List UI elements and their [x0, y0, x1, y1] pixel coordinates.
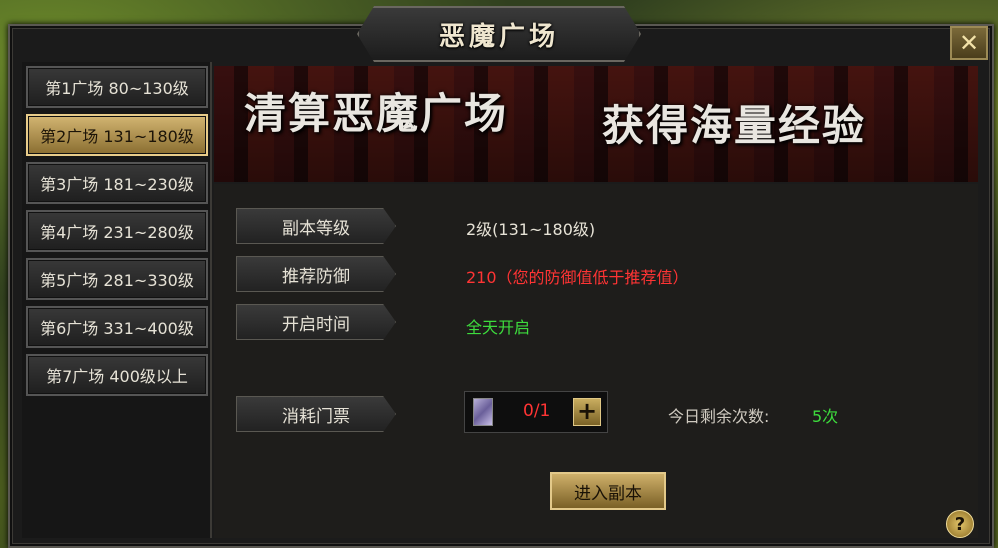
level-value: 2级(131~180级): [466, 220, 596, 239]
level-label: 副本等级: [282, 218, 350, 239]
sidebar-item-label: 第7广场 400级以上: [46, 367, 188, 386]
ticket-slot: 0/1 +: [464, 391, 608, 433]
sidebar-item-square-7[interactable]: 第7广场 400级以上: [26, 354, 208, 396]
sidebar-item-square-6[interactable]: 第6广场 331~400级: [26, 306, 208, 348]
ticket-label-plate: 消耗门票: [236, 396, 396, 432]
help-button[interactable]: ?: [946, 510, 974, 538]
sidebar-item-label: 第2广场 131~180级: [40, 127, 194, 146]
sidebar-item-label: 第6广场 331~400级: [40, 319, 194, 338]
banner-slogan-right: 获得海量经验: [602, 101, 867, 150]
sidebar-item-square-3[interactable]: 第3广场 181~230级: [26, 162, 208, 204]
time-label-plate: 开启时间: [236, 304, 396, 340]
time-value: 全天开启: [466, 318, 531, 337]
defense-label: 推荐防御: [282, 266, 350, 287]
title-plate: 恶魔广场: [357, 6, 641, 62]
defense-label-plate: 推荐防御: [236, 256, 396, 292]
remaining-attempts-label: 今日剩余次数:: [668, 407, 770, 426]
window-title: 恶魔广场: [438, 21, 559, 52]
enter-dungeon-label: 进入副本: [574, 483, 642, 504]
sidebar-item-label: 第4广场 231~280级: [40, 223, 194, 242]
remaining-attempts-value: 5次: [812, 407, 839, 426]
sidebar-item-label: 第1广场 80~130级: [45, 79, 189, 98]
sidebar-item-square-1[interactable]: 第1广场 80~130级: [26, 66, 208, 108]
ticket-item-icon: [473, 398, 493, 426]
sidebar-item-square-5[interactable]: 第5广场 281~330级: [26, 258, 208, 300]
enter-dungeon-button[interactable]: 进入副本: [550, 472, 666, 510]
close-button[interactable]: ✕: [950, 26, 988, 60]
sidebar-item-label: 第5广场 281~330级: [40, 271, 194, 290]
close-icon: ✕: [958, 29, 980, 57]
sidebar-item-label: 第3广场 181~230级: [40, 175, 194, 194]
banner-slogan-left: 清算恶魔广场: [244, 89, 509, 138]
defense-value: 210（您的防御值低于推荐值）: [466, 268, 689, 287]
sidebar-item-square-4[interactable]: 第4广场 231~280级: [26, 210, 208, 252]
ticket-count: 0/1: [523, 401, 551, 421]
plus-icon: +: [576, 397, 598, 425]
dungeon-info-panel: 副本等级 2级(131~180级) 推荐防御 210（您的防御值低于推荐值） 开…: [214, 184, 978, 538]
add-ticket-button[interactable]: +: [573, 398, 601, 426]
level-label-plate: 副本等级: [236, 208, 396, 244]
ticket-label: 消耗门票: [282, 406, 350, 427]
time-label: 开启时间: [282, 314, 350, 335]
square-list-sidebar: 第1广场 80~130级 第2广场 131~180级 第3广场 181~230级…: [22, 62, 212, 538]
sidebar-item-square-2[interactable]: 第2广场 131~180级: [26, 114, 208, 156]
question-icon: ?: [954, 513, 966, 535]
event-banner: 清算恶魔广场 获得海量经验: [214, 66, 978, 182]
